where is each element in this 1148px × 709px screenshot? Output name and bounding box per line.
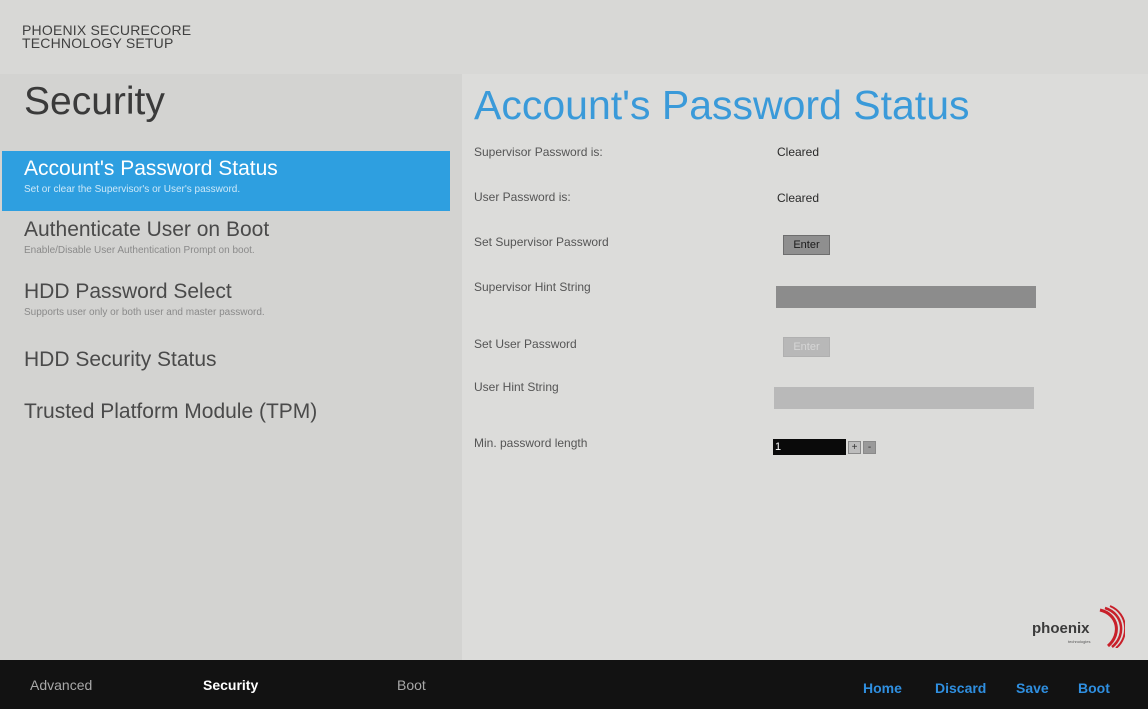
- supervisor-hint-input[interactable]: [776, 286, 1036, 308]
- sidebar-item-description: Supports user only or both user and mast…: [24, 307, 265, 318]
- sidebar-item-authenticate-user-on-boot[interactable]: Authenticate User on Boot Enable/Disable…: [2, 218, 450, 266]
- tab-security[interactable]: Security: [203, 677, 258, 693]
- save-button[interactable]: Save: [1016, 680, 1049, 696]
- tab-boot[interactable]: Boot: [397, 677, 426, 693]
- boot-button[interactable]: Boot: [1078, 680, 1110, 696]
- set-user-password-button[interactable]: Enter: [783, 337, 830, 357]
- content-panel: [462, 74, 1148, 660]
- sidebar-item-hdd-password-select[interactable]: HDD Password Select Supports user only o…: [2, 280, 450, 328]
- min-password-length-value[interactable]: 1: [773, 439, 846, 455]
- user-password-status-label: User Password is:: [474, 190, 571, 204]
- brand-header: PHOENIX SECURECORE TECHNOLOGY SETUP: [22, 23, 222, 51]
- supervisor-password-status-label: Supervisor Password is:: [474, 145, 603, 159]
- sidebar-item-label: HDD Password Select: [24, 280, 232, 303]
- sidebar-item-label: Trusted Platform Module (TPM): [24, 400, 318, 423]
- logo-tagline: technologies: [1068, 639, 1091, 644]
- user-hint-label: User Hint String: [474, 380, 559, 394]
- sidebar-item-description: Enable/Disable User Authentication Promp…: [24, 245, 255, 256]
- bios-setup-screen: PHOENIX SECURECORE TECHNOLOGY SETUP Secu…: [0, 0, 1148, 709]
- sidebar-item-label: HDD Security Status: [24, 348, 217, 371]
- sidebar-item-hdd-security-status[interactable]: HDD Security Status: [2, 348, 450, 378]
- user-hint-input[interactable]: [774, 387, 1034, 409]
- sidebar-title: Security: [24, 80, 165, 123]
- discard-button[interactable]: Discard: [935, 680, 986, 696]
- brand-line-2: TECHNOLOGY SETUP: [22, 35, 174, 51]
- sidebar-item-description: Set or clear the Supervisor's or User's …: [24, 184, 241, 195]
- min-password-length-stepper: 1 + -: [773, 439, 876, 455]
- sidebar-item-label: Authenticate User on Boot: [24, 218, 270, 241]
- decrement-button[interactable]: -: [863, 440, 876, 454]
- page-title: Account's Password Status: [474, 82, 970, 128]
- home-button[interactable]: Home: [863, 680, 902, 696]
- sidebar-item-account-password-status[interactable]: Account's Password Status Set or clear t…: [2, 151, 450, 211]
- tab-advanced[interactable]: Advanced: [30, 677, 92, 693]
- sidebar-item-label: Account's Password Status: [24, 157, 278, 180]
- min-password-length-label: Min. password length: [474, 436, 588, 450]
- set-user-password-label: Set User Password: [474, 337, 577, 351]
- set-supervisor-password-label: Set Supervisor Password: [474, 235, 609, 249]
- supervisor-password-status-value: Cleared: [777, 145, 820, 159]
- increment-button[interactable]: +: [848, 440, 861, 454]
- supervisor-hint-label: Supervisor Hint String: [474, 280, 591, 294]
- logo-text: phoenix: [1032, 620, 1090, 637]
- sidebar-item-trusted-platform-module[interactable]: Trusted Platform Module (TPM): [2, 400, 450, 430]
- user-password-status-value: Cleared: [777, 191, 820, 205]
- set-supervisor-password-button[interactable]: Enter: [783, 235, 830, 255]
